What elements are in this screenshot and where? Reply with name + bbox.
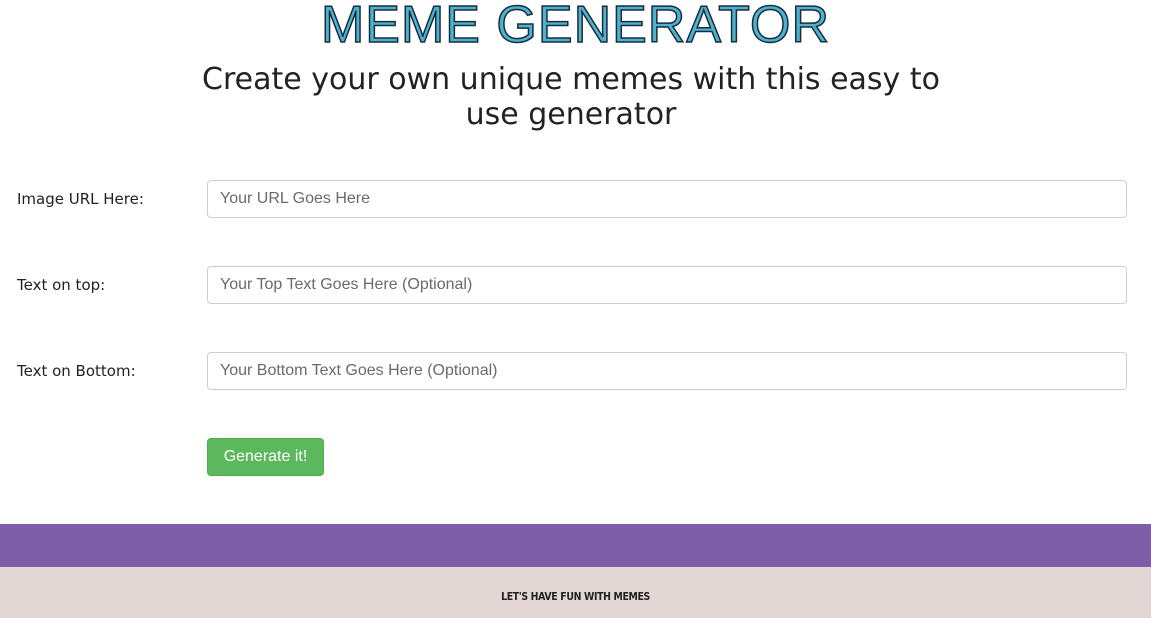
top-text-field-wrapper [207,266,1127,304]
image-url-label: Image URL Here: [17,190,144,208]
footer-text: LET'S HAVE FUN WITH MEMES [501,590,650,603]
bottom-text-label: Text on Bottom: [17,362,136,380]
bottom-text-input[interactable] [208,353,1126,389]
top-text-label: Text on top: [17,276,106,294]
image-url-field-wrapper [207,180,1127,218]
top-text-row: Text on top: [0,266,1151,304]
image-url-row: Image URL Here: [0,180,1151,218]
bottom-text-row: Text on Bottom: [0,352,1151,390]
image-url-input[interactable] [208,181,1126,217]
footer: LET'S HAVE FUN WITH MEMES [0,567,1151,618]
page-title: MEME GENERATOR [320,0,830,55]
page-subtitle: Create your own unique memes with this e… [202,62,940,132]
top-text-input[interactable] [208,267,1126,303]
meme-generator-page: MEME GENERATOR Create your own unique me… [0,0,1151,618]
bottom-text-field-wrapper [207,352,1127,390]
generate-button[interactable]: Generate it! [207,438,324,476]
accent-band [0,524,1151,567]
